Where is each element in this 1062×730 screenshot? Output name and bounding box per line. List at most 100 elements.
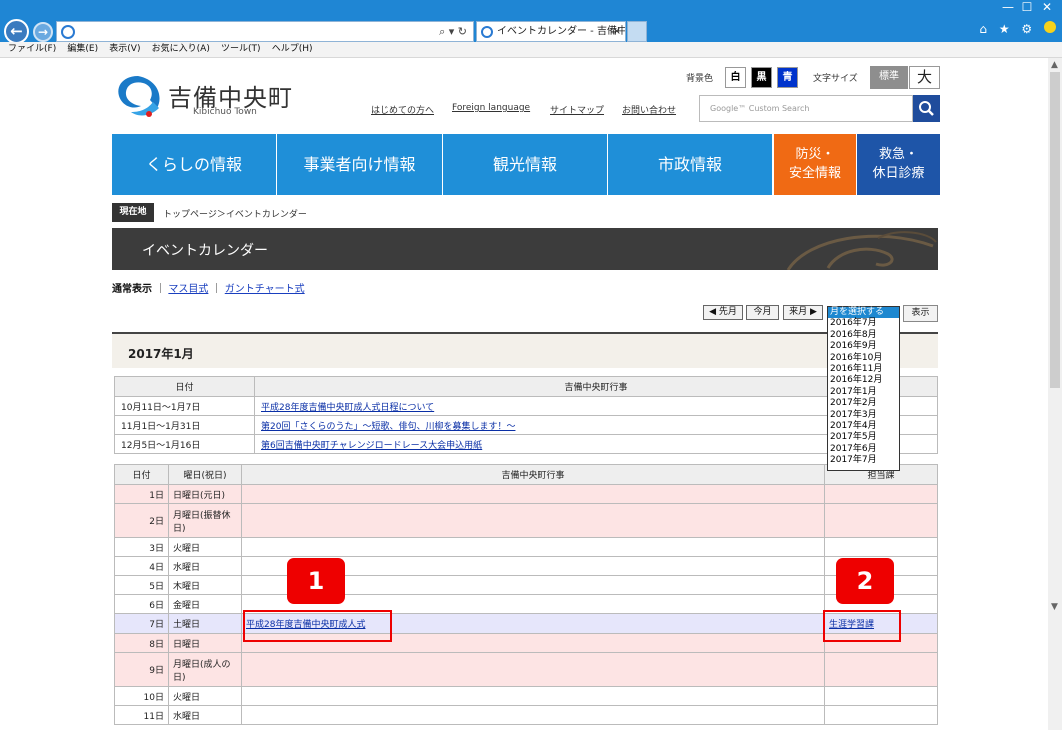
month-select-dropdown[interactable]: 月を選択する 2016年7月 2016年8月 2016年9月 2016年10月 … xyxy=(827,306,900,471)
dept-cell xyxy=(824,652,938,687)
event-link[interactable]: 第6回吉備中央町チャレンジロードレース大会申込用紙 xyxy=(261,441,482,451)
close-window-icon[interactable]: ✕ xyxy=(1032,0,1062,14)
bg-blue-button[interactable]: 青 xyxy=(777,67,798,88)
daily-events-table: 日付 曜日(祝日) 吉備中央町行事 担当課 1日 日曜日(元日) 2日 月曜日(… xyxy=(114,464,938,725)
month-option[interactable]: 2017年7月 xyxy=(828,455,899,466)
font-large-button[interactable]: 大 xyxy=(909,66,940,89)
day-cell: 9日 xyxy=(114,652,169,687)
forward-icon[interactable]: → xyxy=(33,22,53,42)
weekday-cell: 月曜日(振替休日) xyxy=(168,503,242,538)
nav-government-info[interactable]: 市政情報 xyxy=(608,134,773,195)
nav-tourism-info[interactable]: 観光情報 xyxy=(443,134,608,195)
month-heading: 2017年1月 xyxy=(128,347,194,361)
search-icon xyxy=(919,101,934,116)
month-option[interactable]: 2016年7月 xyxy=(828,318,899,329)
page-title: イベントカレンダー xyxy=(142,243,268,259)
back-icon[interactable]: ← xyxy=(4,19,29,44)
month-option[interactable]: 2016年9月 xyxy=(828,341,899,352)
new-tab-button[interactable] xyxy=(627,21,647,42)
breadcrumb[interactable]: トップページ＞イベントカレンダー xyxy=(163,207,307,220)
month-option[interactable]: 2017年6月 xyxy=(828,444,899,455)
event-cell xyxy=(241,537,825,557)
date-range: 10月11日～1月7日 xyxy=(114,396,255,416)
font-standard-button[interactable]: 標準 xyxy=(870,66,908,89)
link-first-time[interactable]: はじめての方へ xyxy=(371,103,434,116)
day-cell: 6日 xyxy=(114,594,169,614)
month-option[interactable]: 2016年8月 xyxy=(828,330,899,341)
weekday-cell: 土曜日 xyxy=(168,613,242,634)
weekday-cell: 水曜日 xyxy=(168,705,242,725)
menu-favorites[interactable]: お気に入り(A) xyxy=(152,42,210,57)
table-row: 7日 土曜日 平成28年度吉備中央町成人式 生涯学習課 xyxy=(114,613,938,634)
address-bar[interactable]: ⌕ ▾ ↻ xyxy=(56,21,474,42)
tab-close-icon[interactable]: × xyxy=(613,22,621,41)
weekday-cell: 月曜日(成人の日) xyxy=(168,652,242,687)
day-cell: 3日 xyxy=(114,537,169,557)
weekday-cell: 日曜日 xyxy=(168,633,242,653)
nav-emergency-line1: 救急・ xyxy=(878,147,918,162)
this-month-button[interactable]: 今月 xyxy=(746,305,779,320)
link-sitemap[interactable]: サイトマップ xyxy=(550,103,604,116)
view-gantt-link[interactable]: ガントチャート式 xyxy=(225,284,305,295)
browser-toolbar-icons[interactable]: ⌂ ★ ⚙ xyxy=(979,21,1056,36)
bg-white-button[interactable]: 白 xyxy=(725,67,746,88)
nav-disaster-safety[interactable]: 防災・ 安全情報 xyxy=(774,134,857,195)
view-grid-link[interactable]: マス目式 xyxy=(168,284,208,295)
event-link[interactable]: 第20回「さくらのうた」～短歌、俳句、川柳を募集します！～ xyxy=(261,422,515,432)
home-star-gear-icons[interactable]: ⌂ ★ ⚙ xyxy=(979,22,1036,36)
table-row: 11日 水曜日 xyxy=(114,705,938,725)
table-row: 6日 金曜日 xyxy=(114,594,938,614)
link-contact[interactable]: お問い合わせ xyxy=(622,103,676,116)
table-row: 3日 火曜日 xyxy=(114,537,938,557)
month-option[interactable]: 2016年10月 xyxy=(828,353,899,364)
link-foreign-language[interactable]: Foreign language xyxy=(452,103,530,113)
scroll-down-icon[interactable]: ▼ xyxy=(1051,602,1058,612)
dept-cell xyxy=(824,705,938,725)
dept-cell xyxy=(824,484,938,504)
browser-tab-active[interactable]: イベントカレンダー - 吉備中央... × xyxy=(476,21,626,42)
month-option[interactable]: 2017年4月 xyxy=(828,421,899,432)
menu-edit[interactable]: 編集(E) xyxy=(67,42,98,57)
show-button[interactable]: 表示 xyxy=(903,305,938,322)
day-cell: 5日 xyxy=(114,575,169,595)
callout-badge-1: 1 xyxy=(287,558,345,604)
banner-swirl-decoration xyxy=(786,231,937,270)
event-cell xyxy=(241,652,825,687)
nav-living-info[interactable]: くらしの情報 xyxy=(112,134,277,195)
site-logo-subtext: Kibichuo Town xyxy=(193,107,257,117)
scroll-thumb[interactable] xyxy=(1050,72,1060,388)
nav-emergency-medical[interactable]: 救急・ 休日診療 xyxy=(857,134,940,195)
menu-tools[interactable]: ツール(T) xyxy=(221,42,261,57)
scroll-up-icon[interactable]: ▲ xyxy=(1051,60,1058,70)
event-link[interactable]: 平成28年度吉備中央町成人式日程について xyxy=(261,403,434,413)
menu-file[interactable]: ファイル(F) xyxy=(8,42,56,57)
day-cell: 7日 xyxy=(114,613,169,634)
dept-cell xyxy=(824,686,938,706)
column-header: 曜日(祝日) xyxy=(168,464,242,485)
address-controls[interactable]: ⌕ ▾ ↻ xyxy=(439,25,467,39)
month-option[interactable]: 2017年5月 xyxy=(828,432,899,443)
menu-help[interactable]: ヘルプ(H) xyxy=(272,42,313,57)
month-option[interactable]: 2016年12月 xyxy=(828,375,899,386)
month-option[interactable]: 月を選択する xyxy=(828,307,899,319)
view-mode-switcher: 通常表示 ｜ マス目式 ｜ ガントチャート式 xyxy=(112,280,305,295)
smiley-icon[interactable] xyxy=(1044,21,1056,33)
callout-badge-2: 2 xyxy=(836,558,894,604)
month-option[interactable]: 2017年2月 xyxy=(828,398,899,409)
search-input[interactable]: Google™ Custom Search xyxy=(699,95,913,122)
bg-black-button[interactable]: 黒 xyxy=(751,67,772,88)
weekday-cell: 水曜日 xyxy=(168,556,242,576)
table-row: 12月5日～1月16日 第6回吉備中央町チャレンジロードレース大会申込用紙 xyxy=(114,434,938,454)
view-normal-current: 通常表示 xyxy=(112,284,152,295)
page-scrollbar[interactable]: ▲ ▼ xyxy=(1048,58,1062,730)
search-button[interactable] xyxy=(913,95,940,122)
month-option[interactable]: 2016年11月 xyxy=(828,364,899,375)
prev-month-button[interactable]: ◀ 先月 xyxy=(703,305,743,320)
nav-business-info[interactable]: 事業者向け情報 xyxy=(277,134,443,195)
day-cell: 4日 xyxy=(114,556,169,576)
next-month-button[interactable]: 来月 ▶ xyxy=(783,305,823,320)
month-option[interactable]: 2017年3月 xyxy=(828,410,899,421)
town-logo-icon[interactable] xyxy=(113,72,163,120)
menu-view[interactable]: 表示(V) xyxy=(109,42,140,57)
month-option[interactable]: 2017年1月 xyxy=(828,387,899,398)
